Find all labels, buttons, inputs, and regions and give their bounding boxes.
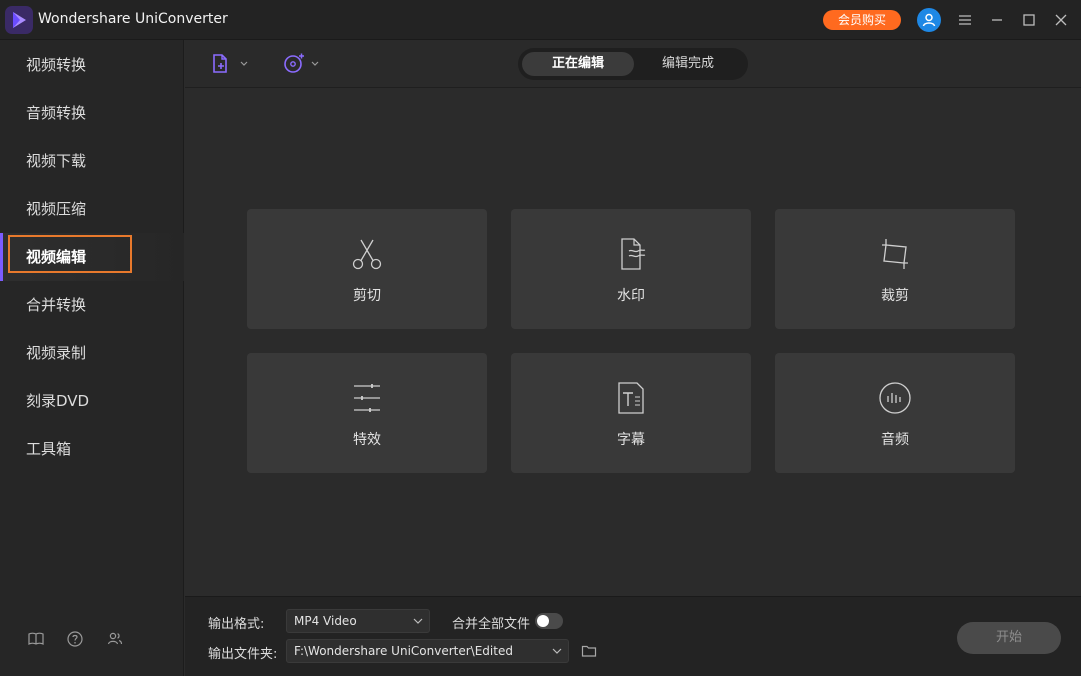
book-icon[interactable] bbox=[27, 630, 45, 648]
output-format-select[interactable]: MP4 Video bbox=[286, 609, 430, 633]
scissors-icon bbox=[352, 239, 382, 270]
sidebar-item-audio-convert[interactable]: 音频转换 bbox=[0, 89, 184, 137]
tool-audio-card[interactable]: 音频 bbox=[775, 353, 1015, 473]
output-format-label: 输出格式: bbox=[208, 617, 265, 632]
tool-crop-card[interactable]: 裁剪 bbox=[775, 209, 1015, 329]
minimize-button[interactable] bbox=[987, 10, 1007, 30]
crop-icon bbox=[882, 239, 908, 269]
users-icon[interactable] bbox=[106, 630, 124, 648]
title-bar: Wondershare UniConverter 会员购买 bbox=[0, 0, 1081, 40]
tab-editing[interactable]: 正在编辑 bbox=[522, 52, 634, 76]
maximize-icon bbox=[1023, 14, 1035, 26]
tool-effects-card[interactable]: 特效 bbox=[247, 353, 487, 473]
tool-effects-label: 特效 bbox=[353, 432, 381, 448]
menu-icon bbox=[959, 15, 971, 25]
toggle-knob bbox=[537, 615, 549, 627]
merge-all-label: 合并全部文件 bbox=[452, 617, 531, 632]
tool-subtitle-label: 字幕 bbox=[617, 432, 645, 448]
active-item-highlight bbox=[8, 235, 132, 273]
merge-all-toggle[interactable] bbox=[535, 613, 563, 629]
user-account-button[interactable] bbox=[917, 8, 941, 32]
user-icon bbox=[922, 13, 936, 27]
vip-purchase-button[interactable]: 会员购买 bbox=[823, 10, 901, 30]
start-button[interactable]: 开始 bbox=[957, 622, 1061, 654]
close-icon bbox=[1055, 14, 1067, 26]
close-button[interactable] bbox=[1051, 10, 1071, 30]
audio-icon bbox=[879, 382, 911, 414]
tool-watermark-label: 水印 bbox=[617, 288, 645, 304]
sliders-icon bbox=[354, 384, 380, 412]
toolbar: 正在编辑 编辑完成 bbox=[185, 40, 1081, 88]
maximize-button[interactable] bbox=[1019, 10, 1039, 30]
folder-icon bbox=[581, 645, 597, 657]
minimize-icon bbox=[992, 19, 1002, 21]
sidebar-item-burn-dvd[interactable]: 刻录DVD bbox=[0, 377, 184, 425]
output-folder-value: F:\Wondershare UniConverter\Edited bbox=[294, 644, 513, 658]
tool-watermark-card[interactable]: 水印 bbox=[511, 209, 751, 329]
add-dvd-button[interactable] bbox=[282, 52, 322, 76]
chevron-down-icon bbox=[552, 648, 562, 654]
output-format-value: MP4 Video bbox=[294, 614, 357, 628]
subtitle-icon bbox=[618, 382, 644, 414]
sidebar-item-video-compress[interactable]: 视频压缩 bbox=[0, 185, 184, 233]
output-folder-select[interactable]: F:\Wondershare UniConverter\Edited bbox=[286, 639, 569, 663]
app-logo-icon bbox=[5, 6, 33, 34]
sidebar-item-video-download[interactable]: 视频下载 bbox=[0, 137, 184, 185]
app-title: Wondershare UniConverter bbox=[38, 11, 228, 27]
tool-subtitle-card[interactable]: 字幕 bbox=[511, 353, 751, 473]
edit-status-tabs: 正在编辑 编辑完成 bbox=[518, 48, 748, 80]
edit-tools-grid: 剪切 水印 裁剪 特效 字幕 音频 bbox=[185, 89, 1081, 596]
tab-edit-finished[interactable]: 编辑完成 bbox=[632, 52, 744, 76]
sidebar-item-video-convert[interactable]: 视频转换 bbox=[0, 41, 184, 89]
add-files-button[interactable] bbox=[211, 52, 251, 76]
sidebar-item-toolbox[interactable]: 工具箱 bbox=[0, 425, 184, 473]
tool-audio-label: 音频 bbox=[881, 432, 909, 448]
tool-trim-card[interactable]: 剪切 bbox=[247, 209, 487, 329]
add-disc-icon bbox=[284, 53, 319, 73]
chevron-down-icon bbox=[413, 618, 423, 624]
tool-trim-label: 剪切 bbox=[353, 288, 381, 304]
sidebar-item-merge[interactable]: 合并转换 bbox=[0, 281, 184, 329]
tool-crop-label: 裁剪 bbox=[881, 288, 909, 304]
sidebar-item-record[interactable]: 视频录制 bbox=[0, 329, 184, 377]
help-icon[interactable] bbox=[66, 630, 84, 648]
sidebar: 视频转换 音频转换 视频下载 视频压缩 视频编辑 合并转换 视频录制 刻录DVD… bbox=[0, 40, 184, 676]
add-file-icon bbox=[213, 54, 248, 73]
output-settings-bar: 输出格式: MP4 Video 合并全部文件 输出文件夹: F:\Wonders… bbox=[185, 596, 1081, 676]
watermark-icon bbox=[621, 238, 646, 270]
menu-button[interactable] bbox=[955, 10, 975, 30]
open-folder-button[interactable] bbox=[581, 643, 597, 659]
output-folder-label: 输出文件夹: bbox=[208, 647, 278, 662]
